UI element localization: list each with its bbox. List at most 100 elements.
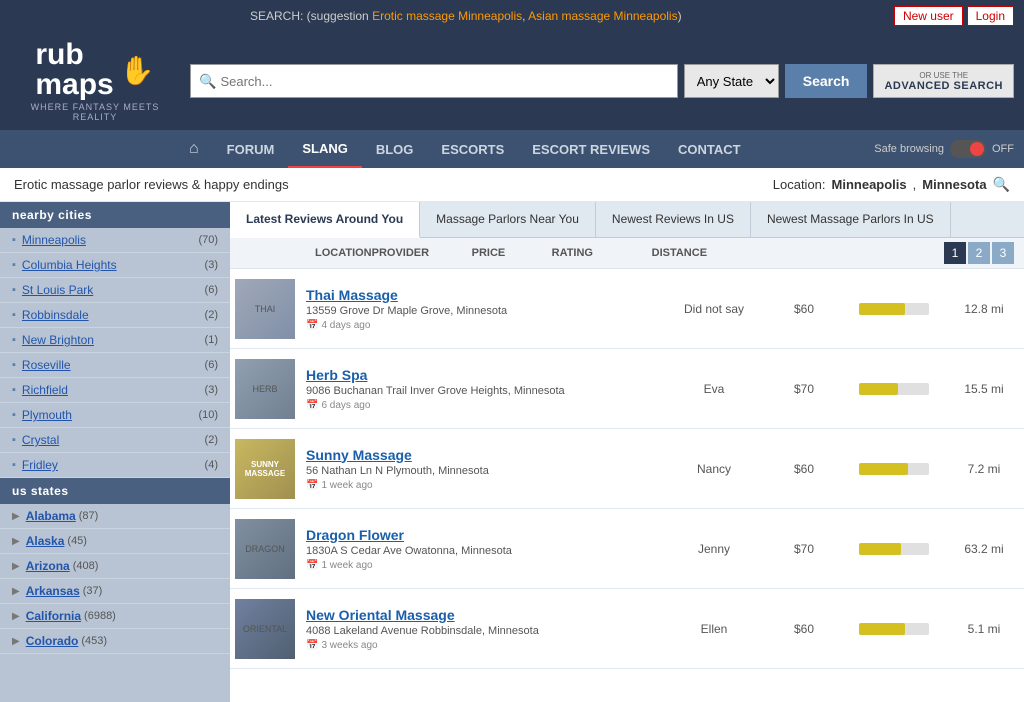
toggle-knob — [970, 142, 984, 156]
listing-name[interactable]: Herb Spa — [306, 367, 658, 383]
city-name: Plymouth — [22, 408, 199, 422]
col-header-row: LOCATION PROVIDER PRICE RATING DISTANCE … — [230, 238, 1024, 269]
nav-links: ⌂ FORUM SLANG BLOG ESCORTS ESCORT REVIEW… — [175, 130, 755, 168]
listing-name[interactable]: Dragon Flower — [306, 527, 658, 543]
top-bar: SEARCH: (suggestion Erotic massage Minne… — [0, 0, 1024, 32]
nav-escort-reviews[interactable]: ESCORT REVIEWS — [518, 132, 664, 167]
tab-item[interactable]: Latest Reviews Around You — [230, 202, 420, 238]
nav-contact[interactable]: CONTACT — [664, 132, 755, 167]
sidebar-city-item[interactable]: ▪ Columbia Heights (3) — [0, 253, 230, 278]
sidebar-city-item[interactable]: ▪ Fridley (4) — [0, 453, 230, 478]
states-list: ▶ Alabama (87) ▶ Alaska (45) ▶ Arizona (… — [0, 504, 230, 654]
advanced-search-box[interactable]: OR USE THE ADVANCED SEARCH — [873, 64, 1014, 98]
city-icon: ▪ — [12, 359, 16, 371]
sidebar-city-item[interactable]: ▪ Crystal (2) — [0, 428, 230, 453]
city-count: (1) — [205, 334, 218, 346]
rating-fill — [859, 303, 905, 315]
tab-item[interactable]: Newest Reviews In US — [596, 202, 751, 237]
search-suggestion: SEARCH: (suggestion Erotic massage Minne… — [250, 9, 682, 23]
page-1-button[interactable]: 1 — [944, 242, 966, 264]
listing-date: 📅 1 week ago — [306, 480, 658, 491]
calendar-icon: 📅 — [306, 400, 318, 411]
nearby-cities-header: nearby cities — [0, 202, 230, 228]
subtitle-row: Erotic massage parlor reviews & happy en… — [0, 168, 1024, 202]
nav-blog[interactable]: BLOG — [362, 132, 428, 167]
nav-slang[interactable]: SLANG — [288, 131, 362, 168]
listing-distance: 12.8 mi — [944, 302, 1024, 316]
listing-name[interactable]: Sunny Massage — [306, 447, 658, 463]
listing-rating — [844, 303, 944, 315]
state-arrow-icon: ▶ — [12, 636, 20, 647]
listing-row: THAI Thai Massage 13559 Grove Dr Maple G… — [230, 269, 1024, 349]
city-count: (3) — [205, 259, 218, 271]
nav-forum[interactable]: FORUM — [213, 132, 289, 167]
sidebar-city-item[interactable]: ▪ Richfield (3) — [0, 378, 230, 403]
city-name: Columbia Heights — [22, 258, 205, 272]
listing-name[interactable]: New Oriental Massage — [306, 607, 658, 623]
tab-item[interactable]: Massage Parlors Near You — [420, 202, 596, 237]
new-user-button[interactable]: New user — [894, 6, 963, 26]
search-button[interactable]: Search — [785, 64, 868, 98]
listing-address: 4088 Lakeland Avenue Robbinsdale, Minnes… — [306, 625, 658, 637]
nav-escorts[interactable]: ESCORTS — [427, 132, 518, 167]
sidebar-city-item[interactable]: ▪ Roseville (6) — [0, 353, 230, 378]
city-icon: ▪ — [12, 334, 16, 346]
location-icon[interactable]: 🔍 — [993, 176, 1010, 193]
nav-home[interactable]: ⌂ — [175, 130, 213, 168]
sidebar-state-item[interactable]: ▶ Alaska (45) — [0, 529, 230, 554]
sidebar-state-item[interactable]: ▶ California (6988) — [0, 604, 230, 629]
sidebar-city-item[interactable]: ▪ Robbinsdale (2) — [0, 303, 230, 328]
calendar-icon: 📅 — [306, 320, 318, 331]
sidebar-city-item[interactable]: ▪ Minneapolis (70) — [0, 228, 230, 253]
logo-tagline: WHERE FANTASY MEETS REALITY — [10, 102, 180, 122]
city-count: (3) — [205, 384, 218, 396]
listing-address: 56 Nathan Ln N Plymouth, Minnesota — [306, 465, 658, 477]
listing-price: $70 — [764, 542, 844, 556]
listing-name[interactable]: Thai Massage — [306, 287, 658, 303]
city-icon: ▪ — [12, 284, 16, 296]
sidebar-city-item[interactable]: ▪ Plymouth (10) — [0, 403, 230, 428]
listing-thumbnail: DRAGON — [235, 519, 295, 579]
search-input[interactable] — [220, 74, 668, 89]
listing-price: $60 — [764, 462, 844, 476]
suggestion-link2[interactable]: Asian massage Minneapolis — [528, 9, 677, 23]
logo-maps: maps — [35, 70, 113, 100]
city-icon: ▪ — [12, 434, 16, 446]
login-button[interactable]: Login — [967, 6, 1014, 26]
sidebar-city-item[interactable]: ▪ New Brighton (1) — [0, 328, 230, 353]
city-name: Minneapolis — [22, 233, 199, 247]
col-distance-header: DISTANCE — [652, 247, 732, 259]
page-3-button[interactable]: 3 — [992, 242, 1014, 264]
listing-distance: 15.5 mi — [944, 382, 1024, 396]
sidebar-state-item[interactable]: ▶ Arizona (408) — [0, 554, 230, 579]
rating-bar — [859, 303, 929, 315]
sidebar-state-item[interactable]: ▶ Arkansas (37) — [0, 579, 230, 604]
state-arrow-icon: ▶ — [12, 511, 20, 522]
advanced-label1: OR USE THE — [919, 71, 968, 80]
safe-browse-toggle[interactable] — [950, 140, 986, 158]
state-count: (45) — [67, 535, 87, 547]
tab-item[interactable]: Newest Massage Parlors In US — [751, 202, 951, 237]
city-name: St Louis Park — [22, 283, 205, 297]
col-price-header: PRICE — [472, 247, 552, 259]
page-2-button[interactable]: 2 — [968, 242, 990, 264]
hand-icon: ✋ — [120, 54, 155, 87]
calendar-icon: 📅 — [306, 560, 318, 571]
state-count: (87) — [79, 510, 99, 522]
col-location-header: LOCATION — [310, 247, 372, 259]
listing-provider: Eva — [664, 382, 764, 396]
sidebar-state-item[interactable]: ▶ Alabama (87) — [0, 504, 230, 529]
main-content: Latest Reviews Around YouMassage Parlors… — [230, 202, 1024, 702]
listings-container: THAI Thai Massage 13559 Grove Dr Maple G… — [230, 269, 1024, 669]
listing-provider: Did not say — [664, 302, 764, 316]
sidebar-state-item[interactable]: ▶ Colorado (453) — [0, 629, 230, 654]
city-name: Robbinsdale — [22, 308, 205, 322]
city-count: (10) — [198, 409, 218, 421]
suggestion-link1[interactable]: Erotic massage Minneapolis — [372, 9, 522, 23]
nav-bar: ⌂ FORUM SLANG BLOG ESCORTS ESCORT REVIEW… — [0, 130, 1024, 168]
search-area: 🔍 Any State Search OR USE THE ADVANCED S… — [190, 64, 1014, 98]
advanced-label2: ADVANCED SEARCH — [884, 80, 1003, 92]
state-select[interactable]: Any State — [684, 64, 779, 98]
listing-date-text: 1 week ago — [321, 560, 372, 571]
sidebar-city-item[interactable]: ▪ St Louis Park (6) — [0, 278, 230, 303]
